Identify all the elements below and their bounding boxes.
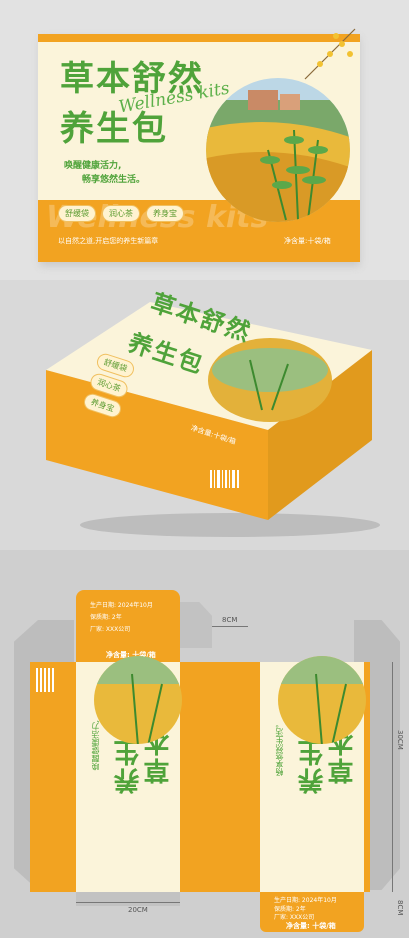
dim-line-bottom bbox=[76, 902, 180, 903]
front-view-section: Wellness kits 草本舒然 Wellness kits 养生包 唤醒健… bbox=[0, 0, 409, 280]
dim-line-right bbox=[392, 662, 393, 892]
top-dust-flap bbox=[180, 602, 212, 648]
production-date: 生产日期: 2024年10月 bbox=[90, 602, 153, 609]
dim-line-top bbox=[212, 626, 248, 627]
production-date-b: 生产日期: 2024年10月 bbox=[274, 897, 337, 904]
barcode bbox=[36, 668, 54, 692]
bottom-dust-flap bbox=[76, 892, 180, 906]
dim-30cm: 30CM bbox=[396, 730, 404, 750]
slogan-line2: 畅享悠然生活。 bbox=[82, 175, 146, 185]
dim-8cm-top: 8CM bbox=[222, 616, 238, 624]
dieline-section: 生产日期: 2024年10月 保质期: 2年 厂家: XXX公司 净含量: 十袋… bbox=[0, 550, 409, 938]
tag-3: 养身宝 bbox=[146, 205, 184, 222]
bottom-right-text: 净含量:十袋/箱 bbox=[284, 237, 331, 245]
tag-1: 舒缓袋 bbox=[58, 205, 96, 222]
manufacturer-b: 厂家: XXX公司 bbox=[274, 914, 315, 921]
dieline-circle-1 bbox=[94, 656, 182, 744]
manufacturer: 厂家: XXX公司 bbox=[90, 626, 131, 633]
bottom-left-text: 以自然之道,开启您的养生新篇章 bbox=[58, 237, 159, 245]
landscape-illustration bbox=[206, 78, 350, 222]
dieline-circle-2 bbox=[278, 656, 366, 744]
title-line2: 养生包 bbox=[60, 109, 168, 149]
dim-20cm: 20CM bbox=[128, 906, 148, 914]
top-flap: 生产日期: 2024年10月 保质期: 2年 厂家: XXX公司 bbox=[76, 590, 180, 648]
net-content-bottom: 净含量: 十袋/箱 bbox=[286, 922, 336, 930]
tag-row: 舒缓袋 润心茶 养身宝 bbox=[58, 205, 184, 222]
shelf-life: 保质期: 2年 bbox=[90, 614, 122, 621]
ginkgo-branch-icon bbox=[304, 28, 356, 80]
dim-8cm-right: 8CM bbox=[396, 900, 404, 916]
bottom-flap: 生产日期: 2024年10月 保质期: 2年 厂家: XXX公司 净含量: 十袋… bbox=[260, 892, 364, 932]
box-3d-section: 草本舒然 养生包 舒缓袋 润心茶 养身宝 净含量:十袋/箱 bbox=[0, 280, 409, 550]
slogan-line1: 唤醒健康活力, bbox=[64, 161, 122, 171]
tag-2: 润心茶 bbox=[102, 205, 140, 222]
